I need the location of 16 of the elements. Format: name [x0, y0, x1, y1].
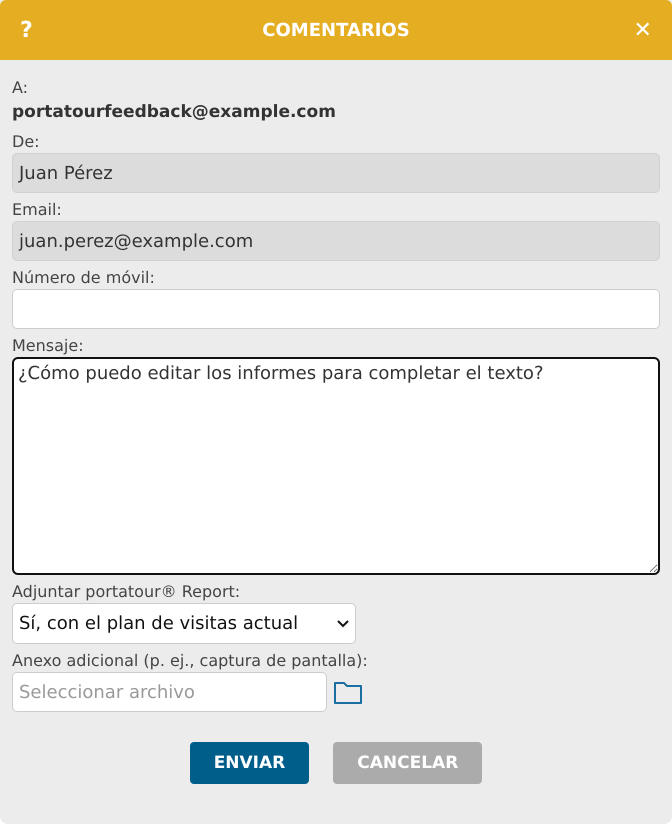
chevron-down-icon: [337, 620, 349, 628]
field-label: Mensaje:: [12, 335, 84, 357]
recipient-label: A:: [12, 77, 28, 99]
file-field[interactable]: Seleccionar archivo: [12, 672, 327, 712]
send-button[interactable]: ENVIAR: [190, 742, 310, 784]
field-label: Adjuntar portatour® Report:: [12, 581, 240, 603]
field-label: Número de móvil:: [12, 267, 155, 289]
field-label: De:: [12, 131, 40, 153]
field-label: Anexo adicional (p. ej., captura de pantalla):: [12, 650, 368, 672]
text-field[interactable]: [12, 289, 660, 329]
field-label: Email:: [12, 199, 62, 221]
recipient-email: portatourfeedback@example.com: [12, 101, 336, 124]
dialog-title: COMENTARIOS: [262, 20, 410, 40]
report-dropdown[interactable]: Sí, con el plan de visitas actual: [12, 603, 356, 644]
message-field[interactable]: ¿Cómo puedo editar los informes para completar el texto?: [12, 357, 660, 575]
folder-icon[interactable]: [333, 679, 363, 705]
